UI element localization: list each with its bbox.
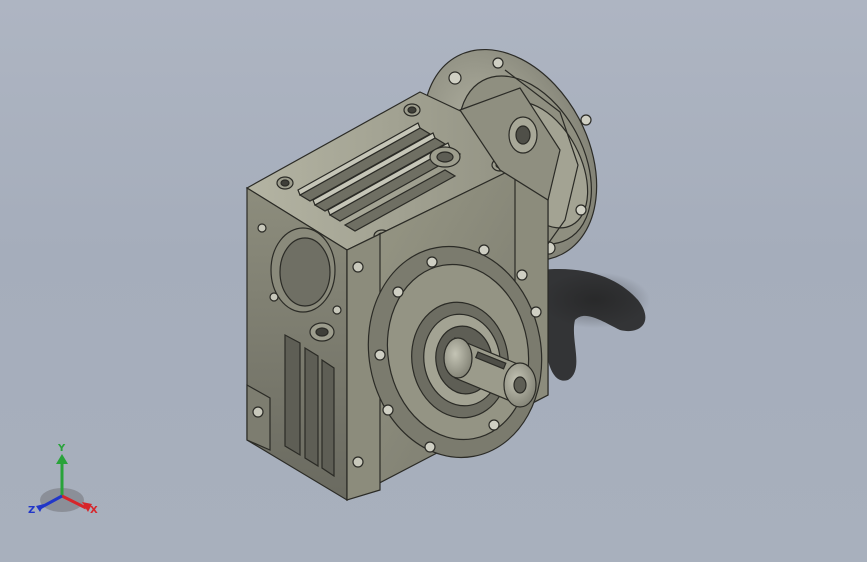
worm-gearbox-model[interactable] [0, 0, 867, 562]
y-axis-label: Y [58, 443, 66, 454]
coordinate-triad: Y X Z [22, 443, 106, 526]
x-axis-label: X [90, 505, 98, 516]
cast-shadow [540, 269, 650, 381]
graphics-viewport[interactable]: Y X Z [0, 0, 867, 562]
y-axis-arrow [56, 454, 68, 464]
z-axis-label: Z [28, 505, 36, 516]
